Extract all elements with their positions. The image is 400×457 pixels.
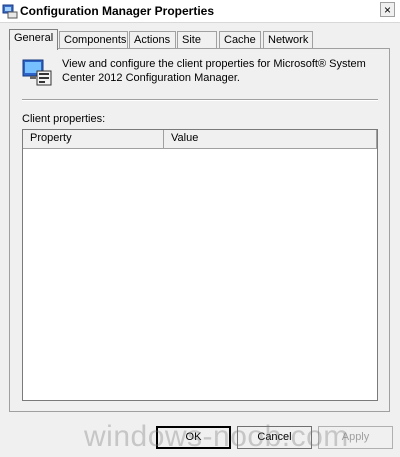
configuration-manager-icon [2, 4, 18, 19]
tab-network[interactable]: Network [263, 31, 313, 49]
tab-strip: General Components Actions Site Cache Ne… [9, 29, 389, 50]
list-header: Property Value [23, 130, 377, 149]
separator [22, 99, 378, 101]
client-properties-label: Client properties: [22, 113, 106, 125]
close-button[interactable]: × [380, 2, 395, 17]
tab-site[interactable]: Site [177, 31, 217, 49]
tab-actions[interactable]: Actions [129, 31, 176, 49]
tab-components[interactable]: Components [59, 31, 128, 49]
window-title: Configuration Manager Properties [20, 4, 215, 18]
title-bar: Configuration Manager Properties × [0, 0, 400, 23]
column-header-property[interactable]: Property [23, 130, 164, 148]
ok-button[interactable]: OK [156, 426, 231, 449]
client-properties-list[interactable]: Property Value [22, 129, 378, 401]
description-text: View and configure the client properties… [62, 58, 366, 84]
cancel-button[interactable]: Cancel [237, 426, 312, 449]
apply-button[interactable]: Apply [318, 426, 393, 449]
column-header-value[interactable]: Value [164, 130, 377, 148]
tab-cache[interactable]: Cache [219, 31, 261, 49]
computer-icon [22, 59, 52, 86]
tab-general[interactable]: General [9, 29, 58, 50]
